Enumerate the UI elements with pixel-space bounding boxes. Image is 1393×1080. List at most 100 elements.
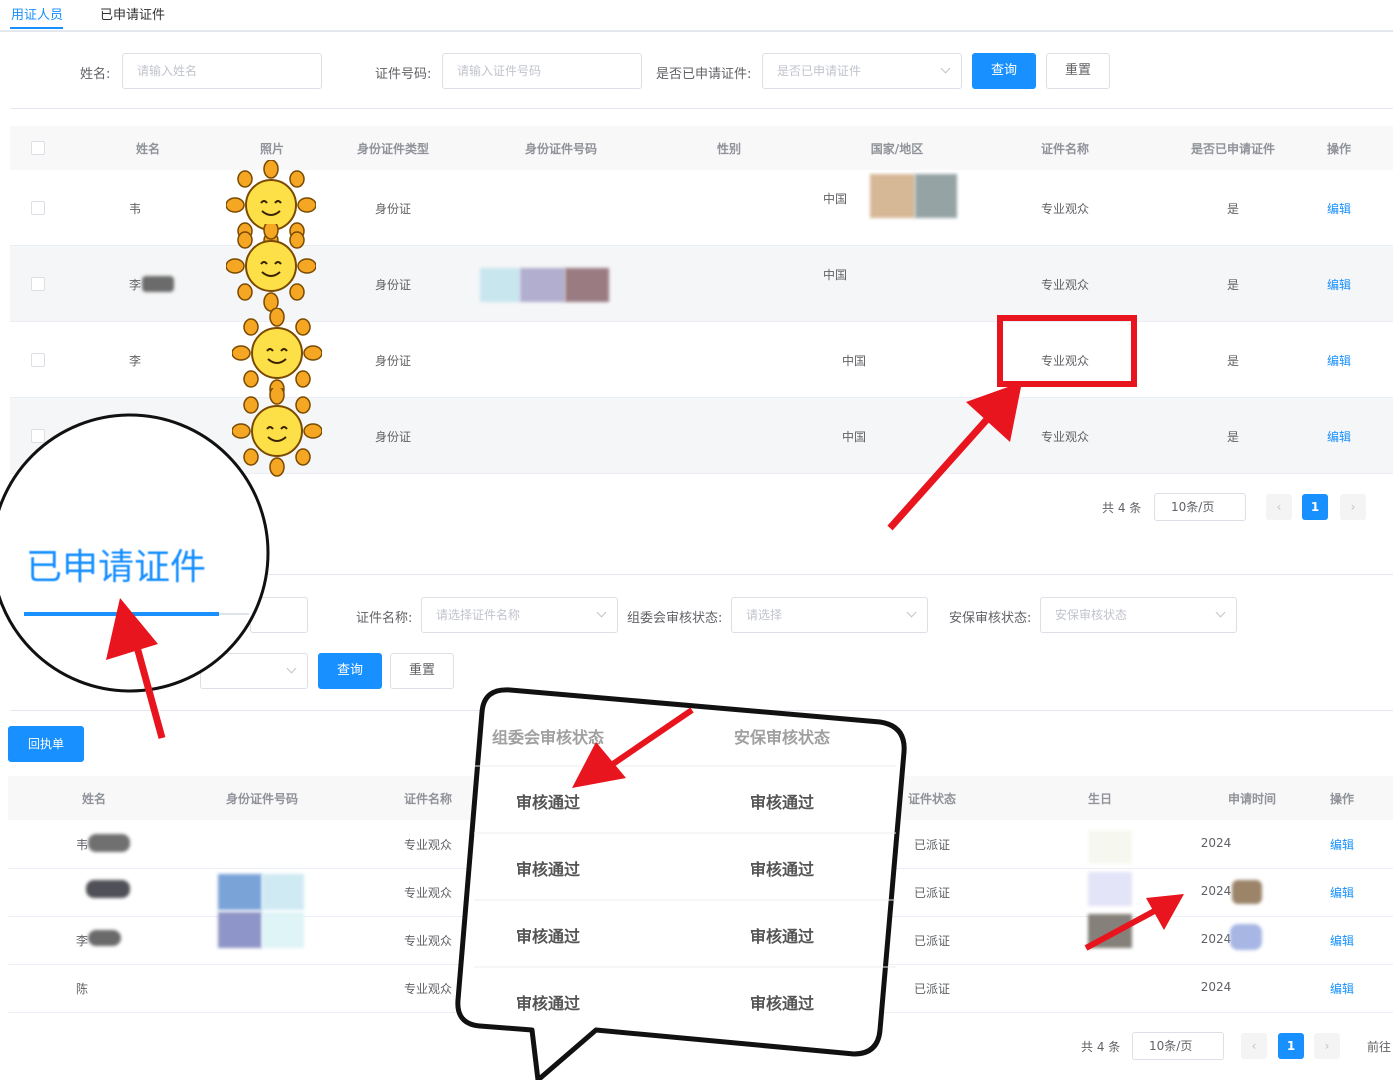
row-cert-status: 已派证 [913,838,951,852]
redacted-birthday [1088,830,1132,864]
col-cert-name: 证件名称 [1040,142,1090,156]
pager-total: 共 4 条 [1081,1040,1121,1054]
row-id-type: 身份证 [374,430,412,444]
row-country: 中国 [822,192,848,206]
prev-page-button[interactable]: ‹ [1241,1033,1267,1059]
tab-personnel[interactable]: 用证人员 [11,4,63,23]
id-number-label: 证件号码: [375,67,432,82]
redacted-id [262,912,304,948]
row-cert-name: 专业观众 [1040,202,1090,216]
next-page-button[interactable]: › [1314,1033,1340,1059]
row-cert-status: 已派证 [913,886,951,900]
security-review-select[interactable]: 安保审核状态 [1040,597,1237,633]
row-applied: 是 [1226,202,1240,216]
col-action: 操作 [1329,792,1355,806]
org-review-label: 组委会审核状态: [627,611,723,626]
zoomed-divider [219,613,249,615]
redacted-name [88,834,130,852]
annotation-arrow-icon [106,598,166,739]
edit-link[interactable]: 编辑 [1330,836,1354,853]
prev-page-button[interactable]: ‹ [1266,494,1292,520]
redacted-time [1230,924,1262,950]
page-size-select[interactable]: 10条/页 [1132,1032,1224,1060]
row-country: 中国 [822,268,848,282]
row-country: 中国 [841,354,867,368]
edit-link[interactable]: 编辑 [1327,428,1351,445]
callout-header-security: 安保审核状态 [733,728,831,747]
select-all-checkbox[interactable] [31,141,45,155]
col-birthday: 生日 [1087,792,1113,806]
page-size-select[interactable]: 10条/页 [1154,493,1246,521]
sun-sticker-icon [232,388,322,477]
callout-security-status: 审核通过 [749,994,815,1013]
redacted-id [565,268,609,302]
row-checkbox[interactable] [31,201,45,215]
table-row [10,246,1393,322]
table-row [10,398,1393,474]
row-checkbox[interactable] [31,353,45,367]
row-apply-time: 2024 [1200,980,1232,994]
reset-button[interactable]: 重置 [390,653,454,689]
row-checkbox[interactable] [31,277,45,291]
row-name: 韦 [75,838,89,852]
name-input[interactable]: 请输入姓名 [122,53,322,89]
row-cert-name: 专业观众 [403,934,453,948]
search-button[interactable]: 查询 [318,653,382,689]
row-checkbox[interactable] [31,429,45,443]
next-page-button[interactable]: › [1340,494,1366,520]
row-id-type: 身份证 [374,354,412,368]
row-id-type: 身份证 [374,278,412,292]
redacted-id [480,268,520,302]
edit-link[interactable]: 编辑 [1327,276,1351,293]
row-apply-time: 2024 [1200,932,1232,946]
col-cert-status: 证件状态 [907,792,957,806]
row-applied: 是 [1226,278,1240,292]
edit-link[interactable]: 编辑 [1327,200,1351,217]
callout-security-status: 审核通过 [749,860,815,879]
filter-select[interactable] [200,653,308,689]
col-gender: 性别 [716,142,742,156]
table-row [10,322,1393,398]
name-label: 姓名: [80,67,111,82]
page-number-button[interactable]: 1 [1302,494,1328,520]
reset-button[interactable]: 重置 [1046,53,1110,89]
col-name: 姓名 [135,142,161,156]
edit-link[interactable]: 编辑 [1327,352,1351,369]
col-name: 姓名 [81,792,107,806]
row-cert-name: 专业观众 [1040,430,1090,444]
applied-select[interactable]: 是否已申请证件 [762,53,962,89]
edit-link[interactable]: 编辑 [1330,980,1354,997]
row-name: 李 [75,934,89,948]
redacted-name [88,930,121,946]
id-number-input[interactable]: 请输入证件号码 [442,53,642,89]
row-cert-name: 专业观众 [403,982,453,996]
tab-applied-certs[interactable]: 已申请证件 [100,4,165,23]
tab-bar: 用证人员 已申请证件 [0,0,1393,32]
cert-name-label: 证件名称: [356,611,413,626]
col-id-type: 身份证件类型 [356,142,430,156]
redacted-id [218,912,262,948]
search-button[interactable]: 查询 [972,53,1036,89]
filter-input[interactable] [250,597,308,633]
pager-total: 共 4 条 [1102,501,1142,515]
page-number-button[interactable]: 1 [1278,1033,1304,1059]
redacted-info [915,174,957,218]
col-applied: 是否已申请证件 [1190,142,1276,156]
org-review-select[interactable]: 请选择 [731,597,928,633]
col-apply-time: 申请时间 [1227,792,1277,806]
receipt-button[interactable]: 回执单 [8,726,84,762]
callout-org-status: 审核通过 [515,860,581,879]
row-name: 李 [128,278,142,292]
redacted-time [1232,880,1262,904]
redacted-id [218,874,262,910]
col-cert-name: 证件名称 [403,792,453,806]
cert-name-select[interactable]: 请选择证件名称 [421,597,618,633]
row-id-type: 身份证 [374,202,412,216]
edit-link[interactable]: 编辑 [1330,884,1354,901]
zoomed-tab-label: 已申请证件 [26,547,207,588]
sun-sticker-icon [226,224,316,312]
row-name: 韦 [128,202,142,216]
edit-link[interactable]: 编辑 [1330,932,1354,949]
security-review-label: 安保审核状态: [949,611,1032,626]
redacted-name [86,880,130,898]
